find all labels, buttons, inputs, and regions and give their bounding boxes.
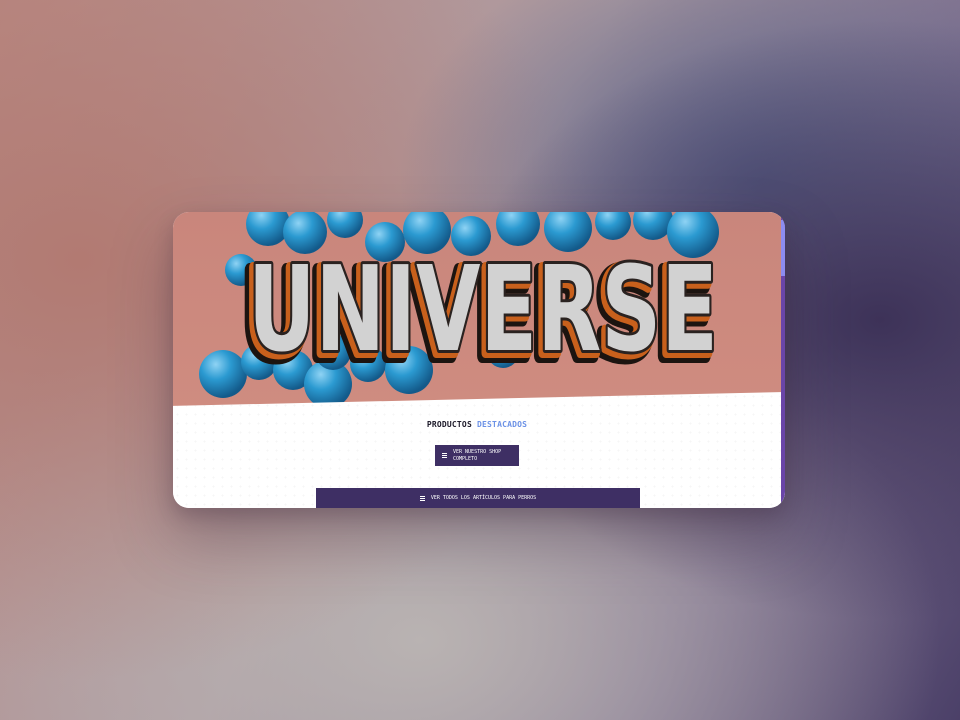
scrollbar[interactable] [781,212,785,508]
view-dog-items-button[interactable]: VER TODOS LOS ARTÍCULOS PARA PERROS [316,488,640,508]
svg-text:UNIVERSE: UNIVERSE [248,240,718,378]
menu-icon [442,453,447,458]
view-shop-label: VER NUESTRO SHOP COMPLETO [453,448,502,462]
view-shop-button[interactable]: VER NUESTRO SHOP COMPLETO [435,445,519,466]
title-word-destacados: DESTACADOS [477,420,528,429]
featured-products-title: PRODUCTOS DESTACADOS [173,420,781,429]
title-word-productos: PRODUCTOS [426,420,472,429]
hero-banner: UNIVERSE UNIVERSE UNIVERSE UNIVERSE [173,212,785,412]
universe-logo-letters: UNIVERSE UNIVERSE UNIVERSE UNIVERSE [235,237,721,391]
universe-logo-image: UNIVERSE UNIVERSE UNIVERSE UNIVERSE [199,212,721,408]
menu-icon [419,495,425,501]
scrollbar-thumb[interactable] [781,220,785,276]
view-dog-items-label: VER TODOS LOS ARTÍCULOS PARA PERROS [430,495,537,501]
browser-window: UNIVERSE UNIVERSE UNIVERSE UNIVERSE PROD… [173,212,785,508]
